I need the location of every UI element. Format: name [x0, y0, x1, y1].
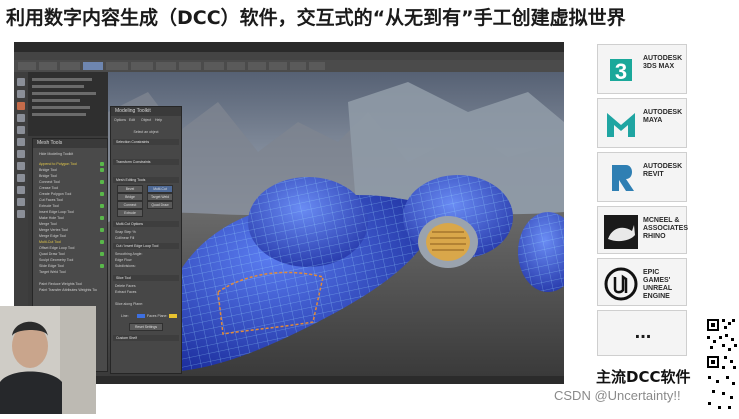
checkmark-icon [100, 264, 104, 268]
product-label: AUTODESK 3DS MAX [643, 55, 683, 70]
maya-screenshot: Mesh Tools Hide Modeling Toolkit Append … [14, 42, 564, 384]
bevel-button[interactable]: Bevel [117, 185, 143, 193]
section-cut-insert[interactable]: Cut / Insert Edge Loop Tool [113, 243, 179, 249]
subdivisions-option[interactable]: Subdivisions: [115, 263, 177, 269]
product-label: AUTODESK MAYA [643, 109, 683, 124]
more-ellipsis: ... [634, 321, 652, 343]
collinear-fill-option[interactable]: Collinear Fill [115, 235, 177, 241]
faces-color-swatch[interactable] [169, 314, 177, 318]
extract-faces-option[interactable]: Extract Faces [115, 289, 177, 295]
mesh-tool-item[interactable]: Hide Modeling Toolkit [39, 151, 97, 157]
section-slice[interactable]: Slice Tool [113, 275, 179, 281]
checkmark-icon [100, 204, 104, 208]
modeling-toolkit-title: Modeling Toolkit [111, 107, 181, 116]
window-titlebar [14, 42, 564, 52]
transform-constraints[interactable]: Transform Constraints [113, 159, 179, 165]
section-mesh-editing[interactable]: Mesh Editing Tools [113, 177, 179, 183]
line-color-swatch[interactable] [137, 314, 145, 318]
sidebar-caption: 主流DCC软件 [596, 368, 691, 386]
mesh-tool-item[interactable]: Paint Transfer Attributes Weights Tool [39, 287, 97, 293]
bridge-button[interactable]: Bridge [117, 193, 143, 201]
menu-options[interactable]: Options [114, 117, 126, 123]
line-label: Line: [121, 314, 129, 318]
quad-draw-button[interactable]: Quad Draw [147, 201, 173, 209]
svg-text:3: 3 [615, 59, 627, 84]
product-card-3dsmax: 3 AUTODESK 3DS MAX [597, 44, 687, 94]
qr-code [704, 316, 739, 414]
mesh-tools-title: Mesh Tools [33, 139, 107, 148]
product-label: MCNEEL & ASSOCIATES RHINO [643, 217, 688, 240]
product-card-unreal: EPIC GAMES' UNREAL ENGINE [597, 258, 687, 306]
checkmark-icon [100, 252, 104, 256]
select-hint: Select an object [133, 130, 159, 134]
menu-help[interactable]: Help [155, 117, 165, 123]
3dsmax-icon: 3 [602, 51, 640, 89]
unreal-icon [604, 267, 638, 301]
faces-plane-label: Faces Plane: [147, 314, 168, 318]
checkmark-icon [100, 168, 104, 172]
presenter-webcam [0, 306, 96, 414]
checkmark-icon [100, 162, 104, 166]
rhino-icon [604, 215, 638, 249]
connect-button[interactable]: Connect [117, 201, 143, 209]
maya-icon [607, 113, 635, 137]
modeling-toolkit-panel[interactable]: Modeling Toolkit Options Edit Object Hel… [110, 106, 182, 374]
checkmark-icon [100, 240, 104, 244]
menu-object[interactable]: Object [141, 117, 153, 123]
reset-settings-button[interactable]: Reset Settings [129, 323, 163, 331]
outliner-panel[interactable] [28, 72, 108, 136]
section-multi-cut[interactable]: Multi-Cut Options [113, 221, 179, 227]
menu-edit[interactable]: Edit [129, 117, 139, 123]
product-card-more: ... [597, 310, 687, 356]
slide-headline: 利用数字内容生成（DCC）软件，交互式的“从无到有”手工创建虚拟世界 [6, 7, 626, 29]
selection-constraints[interactable]: Selection Constraints [113, 139, 179, 145]
product-label: EPIC GAMES' UNREAL ENGINE [643, 269, 673, 300]
checkmark-icon [100, 228, 104, 232]
checkmark-icon [100, 192, 104, 196]
product-card-rhino: MCNEEL & ASSOCIATES RHINO [597, 206, 688, 254]
mesh-tool-item[interactable]: Target Weld Tool [39, 269, 97, 275]
checkmark-icon [100, 216, 104, 220]
menu-bar[interactable] [14, 52, 564, 60]
status-bar [14, 376, 564, 384]
section-custom-shelf[interactable]: Custom Shelf [113, 335, 179, 341]
product-label: AUTODESK REVIT [643, 163, 683, 178]
product-card-maya: AUTODESK MAYA [597, 98, 687, 148]
slice-plane-option[interactable]: Slice along Plane: [115, 301, 177, 307]
checkmark-icon [100, 180, 104, 184]
csdn-watermark: CSDN @Uncertainty!! [554, 388, 681, 403]
multi-cut-button[interactable]: Multi-Cut [147, 185, 173, 193]
product-card-revit: AUTODESK REVIT [597, 152, 687, 202]
revit-icon [612, 165, 634, 191]
target-weld-button[interactable]: Target Weld [147, 193, 173, 201]
extrude-button[interactable]: Extrude [117, 209, 143, 217]
